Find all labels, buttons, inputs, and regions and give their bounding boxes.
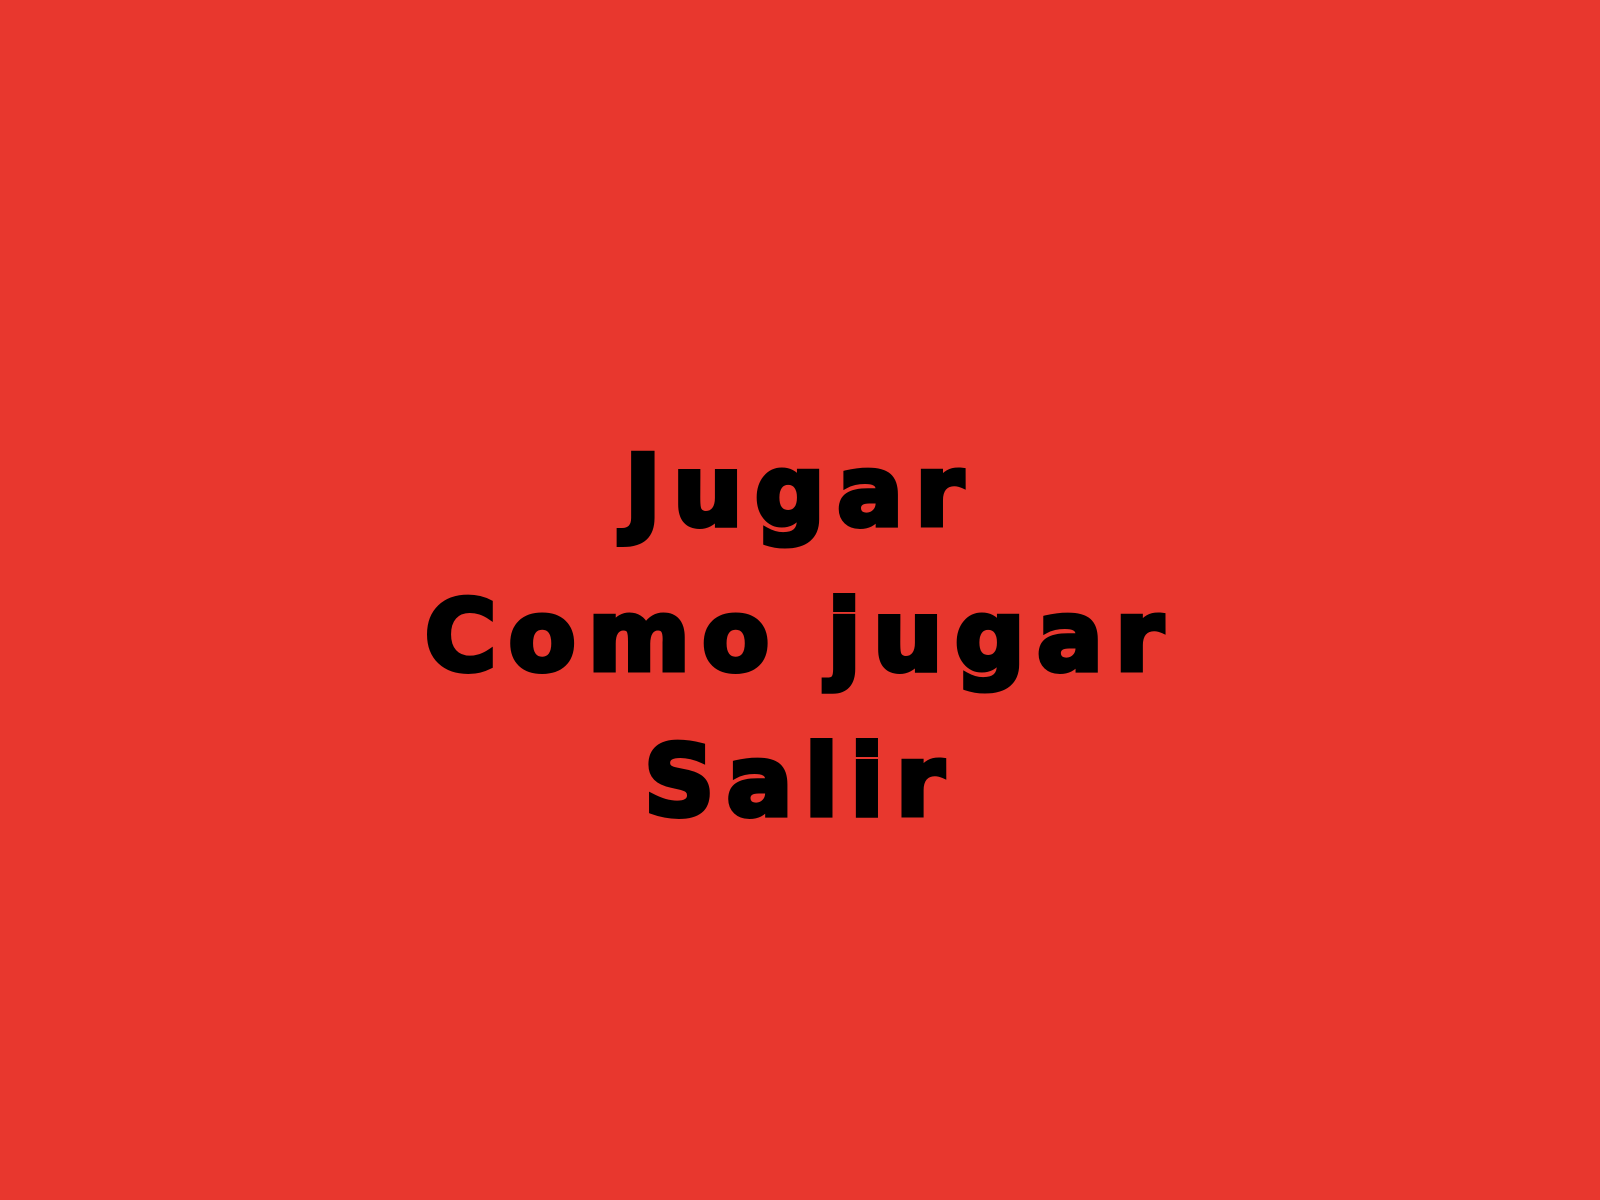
main-menu: Jugar Como jugar Salir (0, 420, 1600, 855)
how-to-play-button[interactable]: Como jugar (422, 565, 1176, 710)
exit-button[interactable]: Salir (641, 710, 956, 855)
play-button[interactable]: Jugar (622, 420, 976, 565)
main-menu-screen: Jugar Como jugar Salir (0, 0, 1600, 1200)
